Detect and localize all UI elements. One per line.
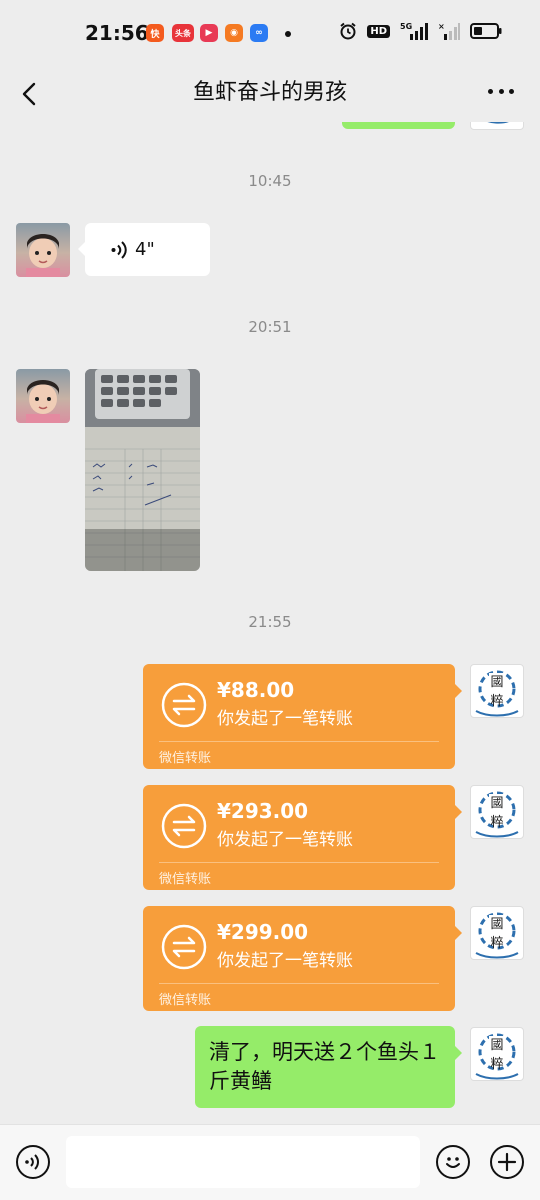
divider: [159, 862, 439, 863]
voice-wave-icon: [111, 240, 127, 259]
svg-text:國: 國: [490, 917, 503, 932]
my-avatar[interactable]: 國 粹: [470, 906, 524, 960]
message-input[interactable]: [66, 1136, 420, 1188]
image-message[interactable]: [85, 369, 200, 571]
voice-input-button[interactable]: [16, 1145, 50, 1179]
timestamp: 20:51: [248, 318, 292, 336]
svg-text:國: 國: [490, 675, 503, 690]
transfer-card[interactable]: ¥299.00 你发起了一笔转账 微信转账: [143, 906, 462, 1011]
timestamp: 10:45: [248, 172, 292, 190]
svg-text:國: 國: [490, 796, 503, 811]
previous-text-bubble[interactable]: [342, 122, 455, 129]
transfer-footer: 微信转账: [159, 993, 212, 1008]
notification-dot-icon: [285, 31, 291, 37]
text-message-bubble[interactable]: 清了，明天送２个鱼头１斤黄鳝: [195, 1026, 462, 1108]
signal-5g-icon: 5G: [400, 22, 428, 40]
svg-text:粹: 粹: [490, 694, 503, 709]
girl-face-icon: [26, 380, 60, 423]
toutiao-icon: 头条: [172, 24, 194, 42]
timestamp: 21:55: [248, 613, 292, 631]
my-avatar[interactable]: 國 粹: [470, 785, 524, 839]
svg-text:×: ×: [438, 22, 445, 31]
status-time: 21:56: [85, 21, 149, 45]
voice-message-bubble[interactable]: 4": [78, 223, 210, 276]
svg-text:粹: 粹: [490, 815, 503, 830]
svg-text:5G: 5G: [400, 22, 412, 31]
status-bar: 21:56 快 头条 ▶ ◉ ∞ HD 5G ×: [0, 0, 540, 66]
transfer-amount: ¥293.00: [217, 799, 309, 823]
transfer-description: 你发起了一笔转账: [217, 830, 353, 850]
divider: [159, 983, 439, 984]
kuaishou-icon: 快: [146, 24, 164, 42]
seal-logo-icon: 國 粹: [475, 1033, 519, 1080]
girl-face-icon: [26, 234, 60, 277]
transfer-footer: 微信转账: [159, 751, 212, 766]
input-bar: [0, 1124, 540, 1200]
divider: [159, 741, 439, 742]
svg-text:粹: 粹: [490, 936, 503, 951]
smiley-icon: [446, 1157, 460, 1168]
signal-weak-icon: ×: [438, 22, 460, 40]
transfer-arrows-icon: [161, 803, 207, 849]
transfer-card[interactable]: ¥293.00 你发起了一笔转账 微信转账: [143, 785, 462, 890]
seal-logo-icon: 國 粹: [475, 791, 519, 838]
transfer-card[interactable]: ¥88.00 你发起了一笔转账 微信转账: [143, 664, 462, 769]
svg-text:國: 國: [490, 1038, 503, 1053]
battery-icon: [470, 23, 502, 39]
contact-avatar[interactable]: [16, 223, 70, 277]
my-avatar[interactable]: 國 粹: [470, 1027, 524, 1081]
transfer-amount: ¥88.00: [217, 678, 295, 702]
video-icon: ▶: [200, 24, 218, 42]
my-avatar[interactable]: 國 粹: [470, 664, 524, 718]
add-more-button[interactable]: [490, 1145, 524, 1179]
more-options-icon[interactable]: [488, 86, 514, 96]
transfer-description: 你发起了一笔转账: [217, 709, 353, 729]
my-avatar[interactable]: [470, 122, 524, 130]
voice-wave-icon: [25, 1154, 39, 1170]
transfer-description: 你发起了一笔转账: [217, 951, 353, 971]
message-list[interactable]: 10:45 4" 20:51 21:55 ¥88.00 你发起了一笔转账 微信转…: [0, 122, 540, 1124]
plus-icon: [497, 1152, 517, 1172]
contact-avatar[interactable]: [16, 369, 70, 423]
receipt-photo: [85, 369, 200, 571]
seal-logo-icon: 國 粹: [475, 912, 519, 959]
transfer-arrows-icon: [161, 682, 207, 728]
status-right: HD 5G ×: [339, 22, 502, 40]
hd-icon: HD: [367, 24, 390, 38]
svg-text:粹: 粹: [490, 1057, 503, 1072]
chat-title: 鱼虾奋斗的男孩: [192, 80, 347, 105]
alarm-icon: [340, 22, 356, 40]
infinity-app-icon: ∞: [250, 24, 268, 42]
voice-duration: 4": [135, 239, 155, 260]
seal-logo-icon: [487, 122, 509, 124]
transfer-amount: ¥299.00: [217, 920, 309, 944]
emoji-button[interactable]: [436, 1145, 470, 1179]
chat-header: 鱼虾奋斗的男孩: [0, 66, 540, 122]
camera-app-icon: ◉: [225, 24, 243, 42]
transfer-arrows-icon: [161, 924, 207, 970]
transfer-footer: 微信转账: [159, 872, 212, 887]
seal-logo-icon: 國 粹: [475, 670, 519, 717]
